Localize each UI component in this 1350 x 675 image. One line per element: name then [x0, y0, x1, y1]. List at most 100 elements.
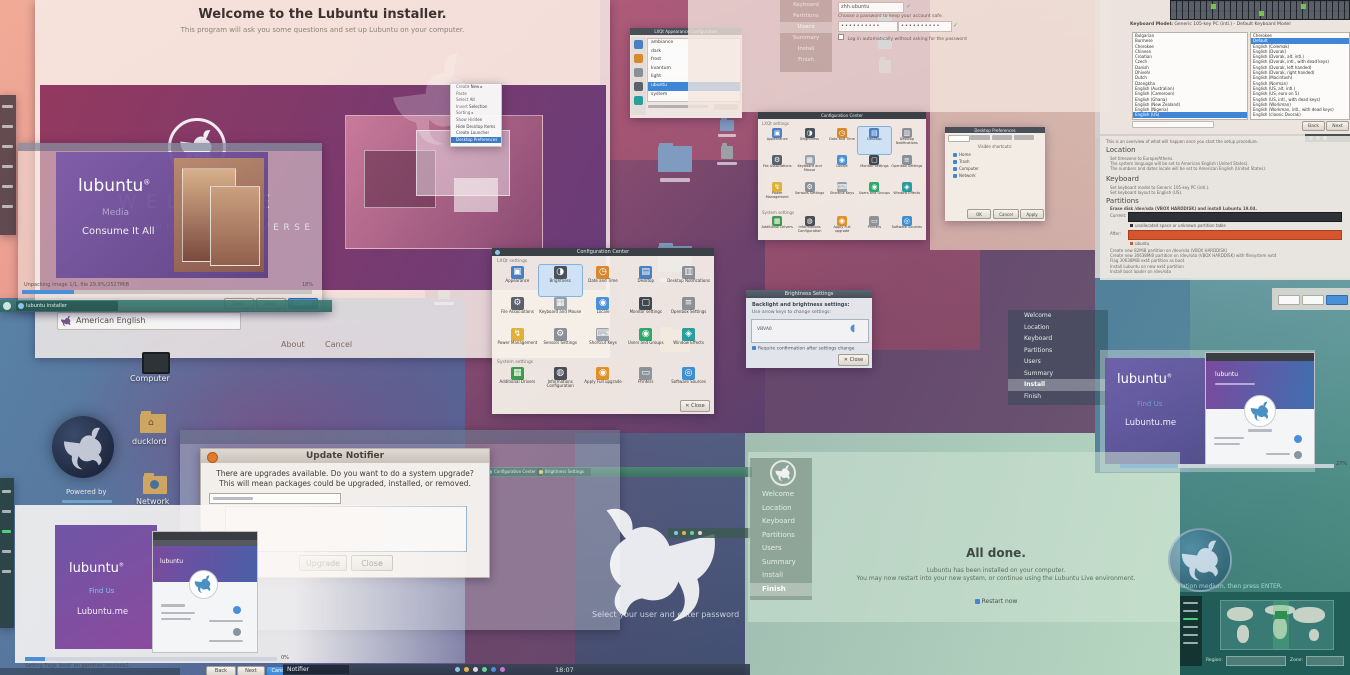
- cancel-link[interactable]: Cancel: [325, 340, 352, 349]
- brightness-titlebar[interactable]: Brightness Settings: [746, 290, 872, 298]
- config-tool[interactable]: ▭Printers: [624, 366, 667, 394]
- password-field-1[interactable]: ••••••••••: [838, 21, 898, 32]
- language-selector[interactable]: American English: [57, 312, 241, 330]
- cancel-button[interactable]: Cancel: [993, 209, 1019, 219]
- next-button[interactable]: Next: [1326, 121, 1349, 131]
- findus-next-button[interactable]: Next: [237, 666, 265, 675]
- sidebar-step[interactable]: Install: [750, 569, 812, 583]
- config-tool[interactable]: ◉Users and Groups: [858, 181, 890, 208]
- shortcut-option[interactable]: Home: [953, 151, 1037, 158]
- update-notifier-titlebar[interactable]: Update Notifier: [201, 449, 489, 463]
- taskbar-window-button[interactable]: lubuntu installer: [16, 301, 118, 311]
- sidebar-step[interactable]: Welcome: [1008, 310, 1108, 322]
- shortcut-option[interactable]: Computer: [953, 165, 1037, 172]
- config-tool[interactable]: ⌨Shortcut Keys: [826, 181, 858, 208]
- sidebar-step[interactable]: Partitions: [780, 11, 832, 22]
- config-tool[interactable]: ◉Users and Groups: [624, 327, 667, 358]
- sidebar-step[interactable]: Finish: [780, 55, 832, 66]
- sidebar-step[interactable]: Install: [1008, 379, 1108, 391]
- config-tool[interactable]: ▤Desktop: [624, 265, 667, 296]
- close-button[interactable]: ✕ Close: [680, 400, 710, 412]
- trash-icon[interactable]: [721, 146, 733, 159]
- config-tool[interactable]: ◈Window Effects: [891, 181, 923, 208]
- config-tool[interactable]: ↯Power Management: [761, 181, 793, 208]
- config-tool[interactable]: ▤Desktop: [858, 127, 890, 154]
- config-titlebar[interactable]: Configuration Center: [492, 248, 714, 256]
- sidebar-step[interactable]: Install: [780, 44, 832, 55]
- config-tool[interactable]: ▥Desktop Notifications: [667, 265, 710, 296]
- config-tool[interactable]: ▢Monitor settings: [624, 296, 667, 327]
- config-tool[interactable]: ◍Informations Configuration: [793, 215, 825, 239]
- config-tool[interactable]: ≡Openbox Settings: [667, 296, 710, 327]
- config-tool[interactable]: ◷Date and Time: [582, 265, 625, 296]
- computer-label[interactable]: Computer: [130, 374, 170, 383]
- sidebar-step[interactable]: Summary: [1008, 368, 1108, 380]
- findus-back-button[interactable]: Back: [206, 666, 236, 675]
- config-tool[interactable]: ◉Apply Full upgrade: [582, 366, 625, 394]
- config-tool[interactable]: ⚙File Associations: [496, 296, 539, 327]
- brightness-device-box[interactable]: VBVA0 ◖: [751, 319, 869, 343]
- username-field[interactable]: zhh.ubuntu: [838, 2, 904, 13]
- folder-icon[interactable]: [658, 146, 692, 172]
- about-link[interactable]: About: [281, 340, 305, 349]
- restart-now-checkbox[interactable]: Restart now: [812, 598, 1180, 605]
- zone-select[interactable]: [1306, 656, 1344, 666]
- taskbar-window-notifier[interactable]: Notifier: [283, 665, 349, 674]
- media-titlebar[interactable]: [18, 143, 322, 151]
- config-tool[interactable]: ◑Brightness: [539, 265, 582, 296]
- password-field-2[interactable]: ••••••••••: [898, 21, 952, 32]
- sidebar-step[interactable]: Users: [1008, 356, 1108, 368]
- sidebar-step[interactable]: Partitions: [1008, 345, 1108, 357]
- config-tool[interactable]: ◎Software Sources: [667, 366, 710, 394]
- config-tool[interactable]: ▦Additional Drivers: [761, 215, 793, 239]
- sidebar-step[interactable]: Location: [1008, 322, 1108, 334]
- config-tool[interactable]: ↯Power Management: [496, 327, 539, 358]
- sidebar-step[interactable]: Keyboard: [750, 515, 812, 529]
- variant-list[interactable]: CherokeeDefaultEnglish (Colemak)English …: [1250, 32, 1350, 120]
- config-titlebar[interactable]: Configuration Center: [758, 112, 926, 119]
- folder-icon[interactable]: [720, 120, 734, 131]
- sidebar-step[interactable]: Location: [750, 502, 812, 516]
- config-tool[interactable]: ▥Desktop Notifications: [891, 127, 923, 154]
- config-tool[interactable]: ▦Keyboard and Mouse: [539, 296, 582, 327]
- ok-button[interactable]: OK: [967, 209, 991, 219]
- sidebar-step[interactable]: Keyboard: [780, 0, 832, 11]
- config-tool[interactable]: ⌨Shortcut Keys: [582, 327, 625, 358]
- config-tool[interactable]: ▣Appearance: [761, 127, 793, 154]
- sidebar-step[interactable]: Users: [750, 542, 812, 556]
- sidebar-step[interactable]: Partitions: [750, 529, 812, 543]
- region-select[interactable]: [1226, 656, 1286, 666]
- autologin-row[interactable]: Log in automatically without asking for …: [838, 34, 967, 42]
- update-source-combo[interactable]: [209, 493, 341, 504]
- back-button[interactable]: Back: [1302, 121, 1325, 131]
- config-tool[interactable]: ◉Locale: [826, 154, 858, 181]
- config-tool[interactable]: ◍Informations Configuration: [539, 366, 582, 394]
- config-tool[interactable]: ≡Openbox Settings: [891, 154, 923, 181]
- shortcut-option[interactable]: Network: [953, 172, 1037, 179]
- close-button[interactable]: ✕ Close: [838, 354, 869, 366]
- sidebar-step[interactable]: Finish: [1008, 391, 1108, 403]
- appearance-category-rail[interactable]: [631, 37, 646, 115]
- sidebar-step[interactable]: Users: [780, 22, 832, 33]
- timezone-map[interactable]: [1220, 600, 1334, 650]
- home-folder-icon[interactable]: ⌂: [140, 414, 166, 433]
- config-tool[interactable]: ◈Window Effects: [667, 327, 710, 358]
- sidebar-step[interactable]: Welcome: [750, 488, 812, 502]
- computer-icon[interactable]: [142, 352, 170, 374]
- shortcut-option[interactable]: Trash: [953, 158, 1037, 165]
- sidebar-step[interactable]: Finish: [750, 583, 812, 597]
- users-sidebar[interactable]: KeyboardPartitionsUsersSummaryInstallFin…: [780, 0, 832, 72]
- desktop-prefs-titlebar[interactable]: Desktop Preferences: [945, 127, 1045, 133]
- config-tool[interactable]: ◎Software Sources: [891, 215, 923, 239]
- home-label[interactable]: ducklord: [132, 437, 167, 446]
- variant-list-item[interactable]: English (classic Dvorak): [1251, 112, 1349, 117]
- config-tool[interactable]: ⚙Sensors Settings: [539, 327, 582, 358]
- sidebar-step[interactable]: Summary: [780, 33, 832, 44]
- config-tool[interactable]: ▦Keyboard and Mouse: [793, 154, 825, 181]
- sidebar-step[interactable]: Summary: [750, 556, 812, 570]
- config-tool[interactable]: ⚙Sensors Settings: [793, 181, 825, 208]
- config-tool[interactable]: ⚙File Associations: [761, 154, 793, 181]
- config-tool[interactable]: ▦Additional Drivers: [496, 366, 539, 394]
- config-tool[interactable]: ◑Brightness: [793, 127, 825, 154]
- config-tool[interactable]: ▢Monitor settings: [858, 154, 890, 181]
